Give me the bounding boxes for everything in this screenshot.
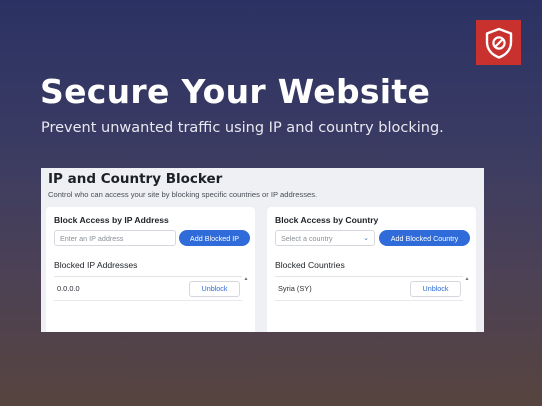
app-title: IP and Country Blocker: [48, 171, 223, 187]
hero-subtitle: Prevent unwanted traffic using IP and co…: [41, 120, 444, 136]
ip-card-heading: Block Access by IP Address: [54, 215, 169, 225]
add-blocked-country-button[interactable]: Add Blocked Country: [379, 230, 470, 246]
list-item: 0.0.0.0 Unblock: [54, 277, 242, 301]
country-select-placeholder: Select a country: [281, 233, 333, 243]
shield-icon: [485, 27, 512, 59]
brand-logo: [476, 20, 521, 65]
chevron-down-icon: ⌄: [363, 235, 369, 242]
blocked-country-list[interactable]: Syria (SY) Unblock: [275, 276, 463, 332]
country-select[interactable]: Select a country ⌄: [275, 230, 375, 246]
scroll-up-icon[interactable]: ▲: [464, 276, 470, 332]
blocked-ips-label: Blocked IP Addresses: [54, 260, 138, 270]
blocked-ip-value: 0.0.0.0: [57, 284, 80, 293]
ip-block-card: Block Access by IP Address Add Blocked I…: [46, 207, 255, 332]
list-item: Syria (SY) Unblock: [275, 277, 463, 301]
app-screenshot: IP and Country Blocker Control who can a…: [41, 168, 484, 332]
app-header: IP and Country Blocker Control who can a…: [48, 171, 477, 199]
ip-input-wrapper: [54, 230, 176, 246]
hero-title: Secure Your Website: [40, 72, 431, 111]
blocked-ip-list[interactable]: 0.0.0.0 Unblock: [54, 276, 242, 332]
blocked-countries-label: Blocked Countries: [275, 260, 345, 270]
app-description: Control who can access your site by bloc…: [48, 190, 318, 199]
blocked-country-value: Syria (SY): [278, 284, 312, 293]
unblock-ip-button[interactable]: Unblock: [189, 280, 240, 297]
add-blocked-ip-button[interactable]: Add Blocked IP: [179, 230, 250, 246]
ip-address-input[interactable]: [60, 233, 170, 243]
unblock-country-button[interactable]: Unblock: [410, 280, 461, 297]
country-card-heading: Block Access by Country: [275, 215, 379, 225]
scroll-up-icon[interactable]: ▲: [243, 276, 249, 332]
country-block-card: Block Access by Country Select a country…: [267, 207, 476, 332]
